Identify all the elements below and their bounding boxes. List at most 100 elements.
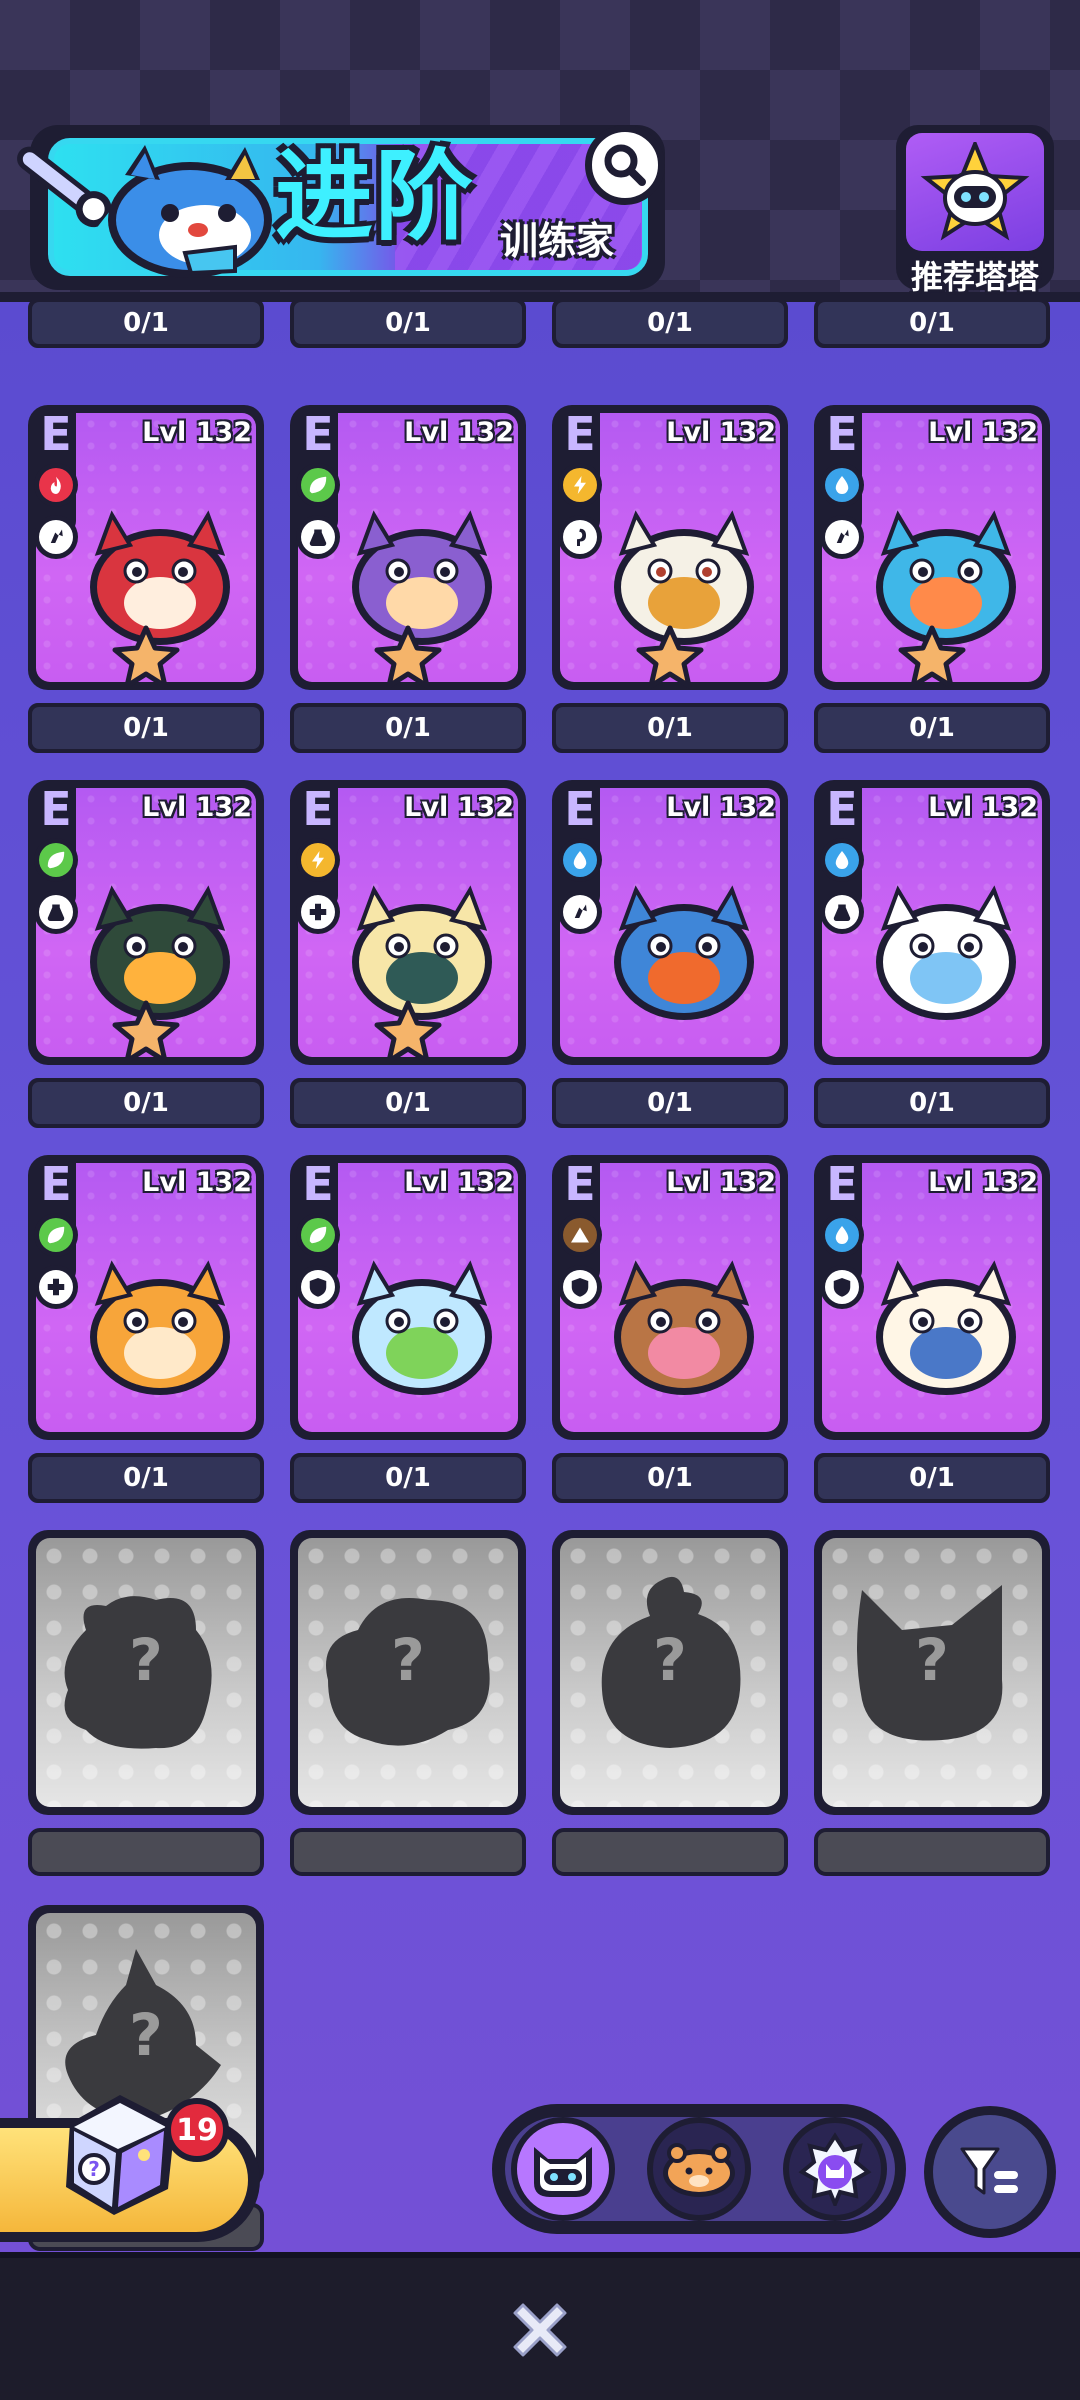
magnifier-icon xyxy=(604,144,646,186)
grade-letter: E xyxy=(40,1157,72,1211)
count-bar: 0/1 xyxy=(28,703,264,753)
sort-filter-icon xyxy=(960,2147,1018,2195)
count-bar: 0/1 xyxy=(552,300,788,348)
count-text: 0/1 xyxy=(818,1457,1046,1499)
bear-art xyxy=(614,1260,754,1395)
count-bar: 0/1 xyxy=(28,300,264,348)
earth-element-icon xyxy=(558,1213,602,1257)
page-subtitle: 训练家 xyxy=(500,219,615,263)
grade-letter: E xyxy=(564,407,596,461)
count-bar: 0/1 xyxy=(552,1453,788,1503)
level-label: Lvl 132 xyxy=(928,1167,1038,1198)
water-element-icon xyxy=(558,838,602,882)
water-element-icon xyxy=(820,1213,864,1257)
potion-role-icon xyxy=(820,890,864,934)
grade-letter: E xyxy=(302,1157,334,1211)
count-bar: 0/1 xyxy=(552,1078,788,1128)
count-bar: 0/1 xyxy=(814,300,1050,348)
tower-card[interactable]: E Lvl 132 xyxy=(814,1155,1050,1440)
mystery-dice-icon[interactable]: ? xyxy=(50,2085,190,2225)
level-label: Lvl 132 xyxy=(404,417,514,448)
lightning-element-icon xyxy=(296,838,340,882)
rank-star-icon xyxy=(112,1000,180,1064)
star-badge-icon xyxy=(798,2132,872,2206)
attack-role-icon xyxy=(558,890,602,934)
magic-role-icon xyxy=(558,515,602,559)
level-label: Lvl 132 xyxy=(142,1167,252,1198)
defense-role-icon xyxy=(558,1265,602,1309)
tower-card[interactable]: E Lvl 132 xyxy=(552,1155,788,1440)
filter-tab-badge[interactable] xyxy=(783,2117,887,2221)
close-button[interactable] xyxy=(500,2290,580,2370)
locked-card[interactable]: ? xyxy=(552,1530,788,1815)
rank-star-icon xyxy=(898,625,966,689)
level-label: Lvl 132 xyxy=(928,417,1038,448)
attack-role-icon xyxy=(34,515,78,559)
filter-tab-tower[interactable] xyxy=(511,2117,615,2221)
tower-card[interactable]: E Lvl 132 xyxy=(814,405,1050,690)
level-label: Lvl 132 xyxy=(666,1167,776,1198)
count-text: 0/1 xyxy=(556,1457,784,1499)
slime-jar-art xyxy=(352,1260,492,1395)
tower-card[interactable]: E Lvl 132 xyxy=(552,780,788,1065)
count-text: 0/1 xyxy=(32,1457,260,1499)
tower-card[interactable]: E Lvl 132 xyxy=(28,1155,264,1440)
count-text: 0/1 xyxy=(294,302,522,344)
water-element-icon xyxy=(820,463,864,507)
count-text: 0/1 xyxy=(818,707,1046,749)
count-text: 0/1 xyxy=(818,302,1046,344)
count-text: 0/1 xyxy=(556,1082,784,1124)
robot-star-icon xyxy=(920,142,1030,241)
count-bar: 0/1 xyxy=(28,1453,264,1503)
unknown-mark: ? xyxy=(129,2001,163,2069)
rank-star-icon xyxy=(112,625,180,689)
grade-letter: E xyxy=(826,1157,858,1211)
defense-role-icon xyxy=(296,1265,340,1309)
unknown-mark: ? xyxy=(129,1626,163,1694)
leaf-element-icon xyxy=(296,463,340,507)
rank-star-icon xyxy=(374,625,442,689)
dice-count-badge: 19 xyxy=(165,2098,229,2162)
rank-star-icon xyxy=(636,625,704,689)
mascot-icon xyxy=(108,145,272,278)
locked-card[interactable]: ? xyxy=(28,1530,264,1815)
sort-filter-button-face xyxy=(933,2115,1047,2229)
tower-card[interactable]: E Lvl 132 xyxy=(290,780,526,1065)
count-bar: 0/1 xyxy=(290,703,526,753)
tower-card[interactable]: E Lvl 132 xyxy=(290,405,526,690)
tower-card[interactable]: E Lvl 132 xyxy=(290,1155,526,1440)
sort-filter-button[interactable] xyxy=(924,2106,1056,2238)
filter-tab-pet[interactable] xyxy=(647,2117,751,2221)
grade-letter: E xyxy=(826,782,858,836)
unknown-mark: ? xyxy=(391,1626,425,1694)
ghost-bunny-art xyxy=(876,885,1016,1020)
count-bar: 0/1 xyxy=(814,1078,1050,1128)
tower-card[interactable]: E Lvl 132 xyxy=(28,405,264,690)
grade-letter: E xyxy=(564,1157,596,1211)
empty-count-bar xyxy=(814,1828,1050,1876)
count-text: 0/1 xyxy=(32,707,260,749)
heal-role-icon xyxy=(34,1265,78,1309)
locked-card[interactable]: ? xyxy=(290,1530,526,1815)
empty-count-bar xyxy=(28,1828,264,1876)
grade-letter: E xyxy=(302,407,334,461)
grade-letter: E xyxy=(826,407,858,461)
tower-card[interactable]: E Lvl 132 xyxy=(28,780,264,1065)
level-label: Lvl 132 xyxy=(666,417,776,448)
svg-text:?: ? xyxy=(88,2157,100,2181)
locked-card[interactable]: ? xyxy=(814,1530,1050,1815)
tower-card[interactable]: E Lvl 132 xyxy=(552,405,788,690)
potion-role-icon xyxy=(34,890,78,934)
tower-card[interactable]: E Lvl 132 xyxy=(814,780,1050,1065)
level-label: Lvl 132 xyxy=(142,417,252,448)
rank-star-icon xyxy=(374,1000,442,1064)
heal-role-icon xyxy=(296,890,340,934)
grade-letter: E xyxy=(564,782,596,836)
hamster-icon xyxy=(663,2143,735,2197)
sunflower-art xyxy=(90,1260,230,1395)
search-button[interactable] xyxy=(585,125,665,205)
attack-role-icon xyxy=(820,515,864,559)
count-bar: 0/1 xyxy=(28,1078,264,1128)
count-bar: 0/1 xyxy=(290,300,526,348)
count-text: 0/1 xyxy=(32,1082,260,1124)
